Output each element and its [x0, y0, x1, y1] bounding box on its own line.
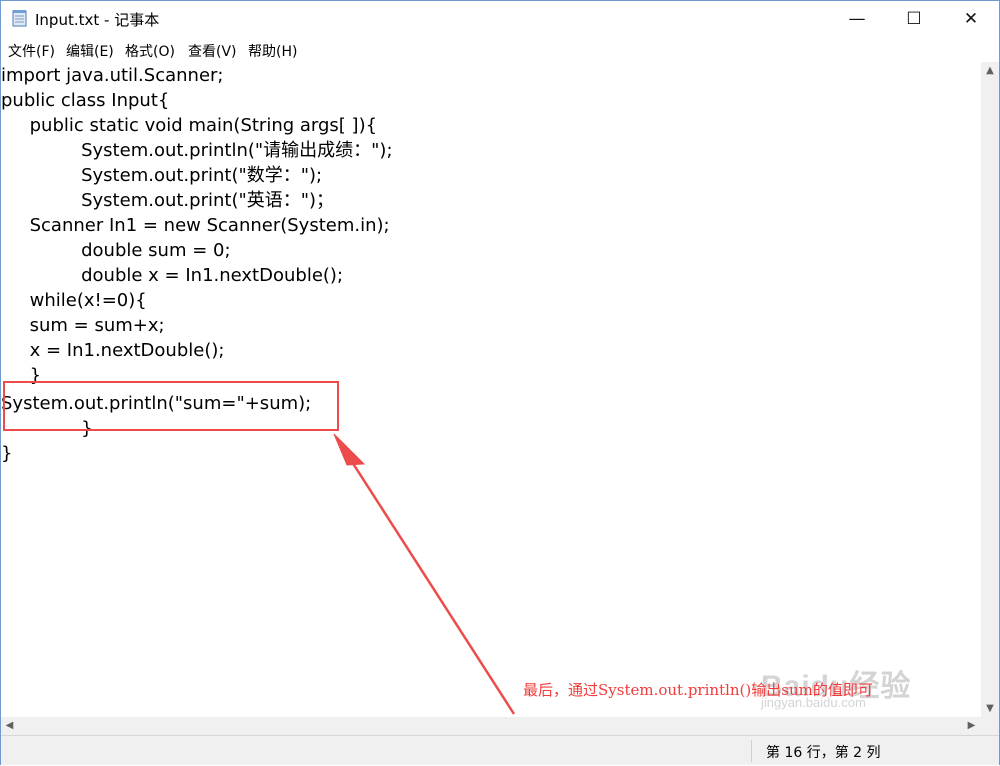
close-button[interactable]: ✕: [942, 1, 1000, 37]
code-line: sum = sum+x;: [1, 315, 165, 336]
scroll-up-icon[interactable]: ▲: [981, 62, 999, 79]
menu-file[interactable]: 文件(F): [8, 41, 55, 61]
code-line: System.out.print("英语：")；: [1, 190, 335, 211]
scroll-left-icon[interactable]: ◀: [1, 717, 18, 735]
cursor-position: 第 16 行，第 2 列: [766, 745, 881, 761]
code-line: System.out.print("数学：");: [1, 165, 323, 186]
menu-format[interactable]: 格式(O): [125, 41, 175, 61]
code-line: public class Input{: [1, 90, 170, 111]
highlight-rectangle: [3, 381, 339, 431]
menu-view[interactable]: 查看(V): [188, 41, 237, 61]
code-line: public static void main(String args[ ]){: [1, 115, 378, 136]
code-line: double x = In1.nextDouble();: [1, 265, 344, 286]
status-divider: [751, 740, 752, 762]
menu-bar: 文件(F) 编辑(E) 格式(O) 查看(V) 帮助(H): [1, 38, 999, 62]
code-line: System.out.println("请输出成绩：");: [1, 140, 393, 161]
title-bar[interactable]: Input.txt - 记事本 — ☐ ✕: [1, 1, 999, 37]
code-line: while(x!=0){: [1, 290, 147, 311]
code-line: double sum = 0;: [1, 240, 231, 261]
annotation-text: 最后，通过System.out.println()输出sum的值即可: [523, 681, 873, 699]
menu-help[interactable]: 帮助(H): [248, 41, 297, 61]
vertical-scrollbar[interactable]: ▲ ▼: [981, 62, 999, 717]
maximize-button[interactable]: ☐: [885, 1, 943, 37]
notepad-app-icon: [12, 10, 27, 27]
notepad-window: Input.txt - 记事本 — ☐ ✕ 文件(F) 编辑(E) 格式(O) …: [0, 0, 1000, 765]
scrollbar-corner: [981, 717, 999, 735]
code-line: import java.util.Scanner;: [1, 65, 224, 86]
horizontal-scrollbar[interactable]: ◀ ▶: [1, 717, 981, 735]
scroll-down-icon[interactable]: ▼: [981, 700, 999, 717]
status-bar: 第 16 行，第 2 列: [1, 735, 999, 765]
window-title: Input.txt - 记事本: [35, 11, 160, 29]
menu-edit[interactable]: 编辑(E): [66, 41, 114, 61]
code-line: Scanner In1 = new Scanner(System.in);: [1, 215, 390, 236]
scroll-right-icon[interactable]: ▶: [963, 717, 980, 735]
code-line: x = In1.nextDouble();: [1, 340, 225, 361]
minimize-button[interactable]: —: [828, 1, 886, 37]
code-line: }: [1, 443, 13, 464]
